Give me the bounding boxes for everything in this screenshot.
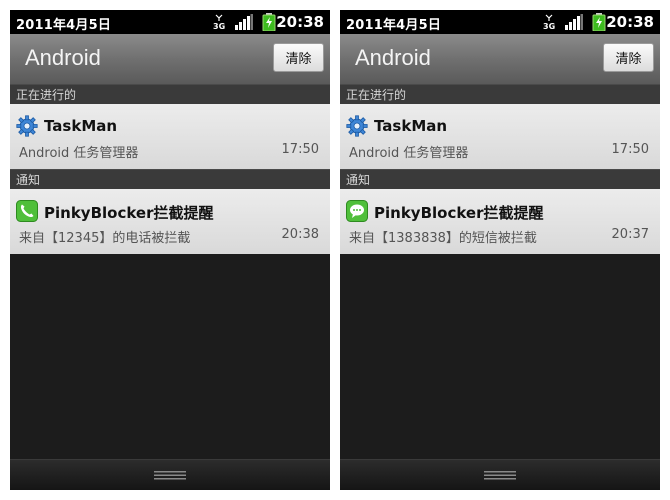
status-time: 20:38 <box>606 13 654 31</box>
notification-title: PinkyBlocker拦截提醒 <box>374 204 544 222</box>
clear-button[interactable]: 清除 <box>603 43 654 72</box>
notification-time: 17:50 <box>281 142 319 157</box>
gear-icon <box>16 115 38 137</box>
drag-handle-bar[interactable] <box>340 459 660 490</box>
notification-text: Android 任务管理器 <box>349 146 469 161</box>
phone-screen-left: 2011年4月5日 3G 20:38 Android 清除 正在进行的 Task… <box>10 10 330 490</box>
notification-title: TaskMan <box>44 117 118 135</box>
grip-icon <box>484 471 516 480</box>
phone-icon <box>16 200 38 222</box>
status-date: 2011年4月5日 <box>346 18 442 33</box>
clear-button[interactable]: 清除 <box>273 43 324 72</box>
section-ongoing: 正在进行的 <box>340 84 660 104</box>
notification-time: 20:38 <box>281 227 319 242</box>
notification-header: Android 清除 <box>10 34 330 84</box>
battery-charging-icon <box>262 13 276 31</box>
signal-icon <box>565 14 583 30</box>
svg-text:3G: 3G <box>543 22 555 30</box>
section-ongoing: 正在进行的 <box>10 84 330 104</box>
status-bar: 2011年4月5日 3G 20:38 <box>10 10 330 34</box>
notification-text: Android 任务管理器 <box>19 146 139 161</box>
svg-text:3G: 3G <box>213 22 225 30</box>
sms-icon <box>346 200 368 222</box>
notification-pinkyblocker[interactable]: PinkyBlocker拦截提醒 来自【1383838】的短信被拦截 20:37 <box>340 189 660 254</box>
status-time: 20:38 <box>276 13 324 31</box>
notification-time: 17:50 <box>611 142 649 157</box>
section-notifications: 通知 <box>340 169 660 189</box>
notification-pinkyblocker[interactable]: PinkyBlocker拦截提醒 来自【12345】的电话被拦截 20:38 <box>10 189 330 254</box>
3g-icon: 3G <box>543 14 555 30</box>
status-bar: 2011年4月5日 3G 20:38 <box>340 10 660 34</box>
signal-icon <box>235 14 253 30</box>
notification-header: Android 清除 <box>340 34 660 84</box>
notification-title: TaskMan <box>374 117 448 135</box>
section-notifications: 通知 <box>10 169 330 189</box>
battery-charging-icon <box>592 13 606 31</box>
notification-title: PinkyBlocker拦截提醒 <box>44 204 214 222</box>
3g-icon: 3G <box>213 14 225 30</box>
gear-icon <box>346 115 368 137</box>
phone-screen-right: 2011年4月5日 3G 20:38 Android 清除 正在进行的 Task… <box>340 10 660 490</box>
header-title: Android <box>25 45 101 70</box>
notification-taskman[interactable]: TaskMan Android 任务管理器 17:50 <box>10 104 330 169</box>
grip-icon <box>154 471 186 480</box>
notification-text: 来自【12345】的电话被拦截 <box>19 231 191 246</box>
status-date: 2011年4月5日 <box>16 18 112 33</box>
notification-taskman[interactable]: TaskMan Android 任务管理器 17:50 <box>340 104 660 169</box>
header-title: Android <box>355 45 431 70</box>
drag-handle-bar[interactable] <box>10 459 330 490</box>
notification-text: 来自【1383838】的短信被拦截 <box>349 231 537 246</box>
notification-time: 20:37 <box>611 227 649 242</box>
